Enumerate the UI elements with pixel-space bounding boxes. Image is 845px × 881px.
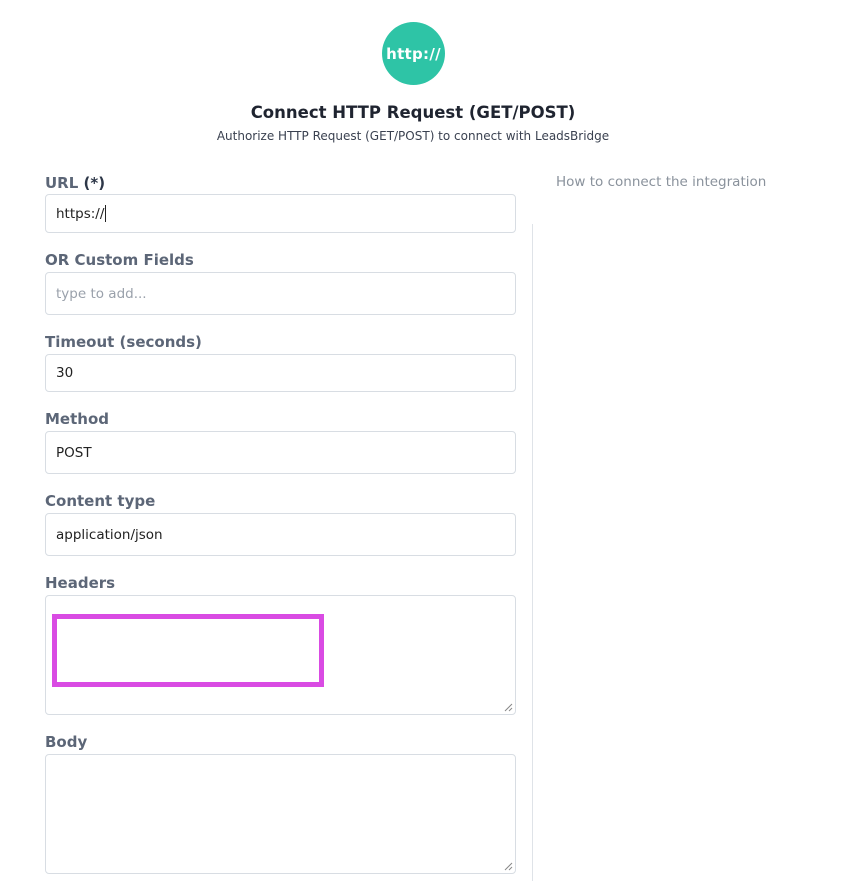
method-label: Method xyxy=(45,410,109,428)
body-textarea[interactable] xyxy=(45,754,516,874)
timeout-input[interactable]: 30 xyxy=(45,354,516,392)
highlight-annotation-box xyxy=(52,614,324,687)
page-title: Connect HTTP Request (GET/POST) xyxy=(250,103,576,122)
url-input[interactable]: https:// xyxy=(45,194,516,233)
content-type-label: Content type xyxy=(45,492,156,510)
url-label-text: URL xyxy=(45,174,79,192)
timeout-label: Timeout (seconds) xyxy=(45,333,202,351)
method-value: POST xyxy=(56,444,92,461)
page-subtitle: Authorize HTTP Request (GET/POST) to con… xyxy=(216,129,610,143)
text-cursor xyxy=(105,205,107,222)
connect-integration-page: http:// Connect HTTP Request (GET/POST) … xyxy=(0,0,845,881)
body-label: Body xyxy=(45,733,88,751)
method-select[interactable]: POST xyxy=(45,431,516,474)
timeout-value: 30 xyxy=(56,365,74,381)
headers-label: Headers xyxy=(45,574,116,592)
url-input-value: https:// xyxy=(56,205,105,222)
content-type-value: application/json xyxy=(56,526,163,543)
content-type-select[interactable]: application/json xyxy=(45,513,516,556)
column-divider xyxy=(532,224,533,881)
resize-grip-icon[interactable] xyxy=(504,703,513,712)
custom-fields-label: OR Custom Fields xyxy=(45,251,194,269)
custom-fields-input[interactable]: type to add... xyxy=(45,272,516,315)
url-label: URL (*) xyxy=(45,174,105,192)
resize-grip-icon[interactable] xyxy=(504,862,513,871)
required-marker: (*) xyxy=(83,174,106,192)
custom-fields-placeholder: type to add... xyxy=(56,285,147,302)
http-logo-icon: http:// xyxy=(382,22,445,85)
help-link[interactable]: How to connect the integration xyxy=(556,174,766,190)
logo-text: http:// xyxy=(386,44,441,63)
